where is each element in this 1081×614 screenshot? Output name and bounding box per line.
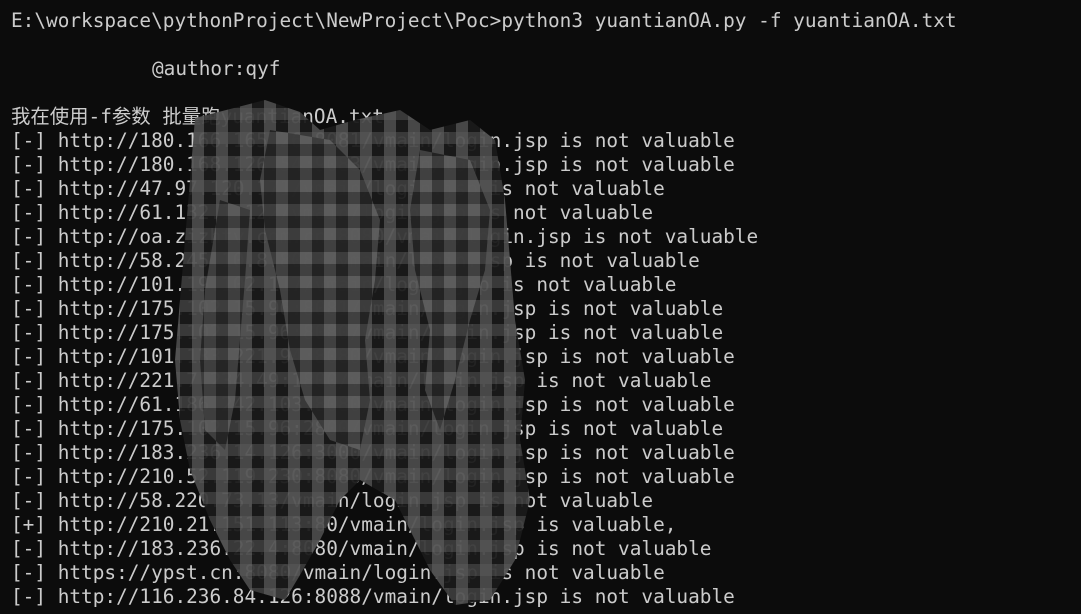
result-line: [-] http://47.97.120.171/vmain/login.jsp… (11, 177, 665, 200)
info-line: 我在使用-f参数 批量跑yuantianOA.txt (11, 105, 384, 128)
result-line: [-] http://101.19.102.117/vmain/login.js… (11, 273, 677, 296)
result-line: [-] http://58.245.10.8:8083/vmain/login.… (11, 249, 700, 272)
result-line: [-] http://175.102.15.96:2800/vmain/logi… (11, 417, 724, 440)
result-line: [-] http://61.186.242.103:8080/vmain/log… (11, 393, 735, 416)
result-line: [-] http://221.7.234.49:1800/vmain/login… (11, 369, 712, 392)
result-line: [-] http://175.102.15.96:8080/vmain/logi… (11, 321, 724, 344)
result-line: [-] http://101.133.221.94:8080/vmain/log… (11, 345, 735, 368)
terminal-window[interactable]: E:\workspace\pythonProject\NewProject\Po… (0, 0, 1081, 614)
result-line: [-] http://210.52.119.230:8080/vmain/log… (11, 465, 735, 488)
result-line: [-] http://183.236.22.4:8080/vmain/login… (11, 537, 712, 560)
author-line: @author:qyf (152, 57, 281, 80)
result-line: [-] http://175.102.15.96:8081/vmain/logi… (11, 297, 724, 320)
result-line: [-] https://ypst.cn:8080/vmain/login.jsp… (11, 561, 665, 584)
result-line-valuable: [+] http://210.21.151.113:80/vmain/login… (11, 513, 677, 536)
result-line: [-] http://180.168.126.54:9083/vmain/log… (11, 153, 735, 176)
result-line: [-] http://58.220.73.13/vmain/login.jsp … (11, 489, 654, 512)
result-line: [-] http://183.236.14.126:3000/vmain/log… (11, 441, 735, 464)
result-line: [-] http://180.166.165.26:8081/vmain/log… (11, 129, 735, 152)
command-line: E:\workspace\pythonProject\NewProject\Po… (11, 9, 957, 32)
result-line: [-] http://61.132.1.122/vmain/login.jsp … (11, 201, 654, 224)
result-line: [-] http://oa.zizhtv.com.cn:8080/vmain/l… (11, 225, 759, 248)
result-line: [-] http://116.236.84.126:8088/vmain/log… (11, 585, 735, 608)
